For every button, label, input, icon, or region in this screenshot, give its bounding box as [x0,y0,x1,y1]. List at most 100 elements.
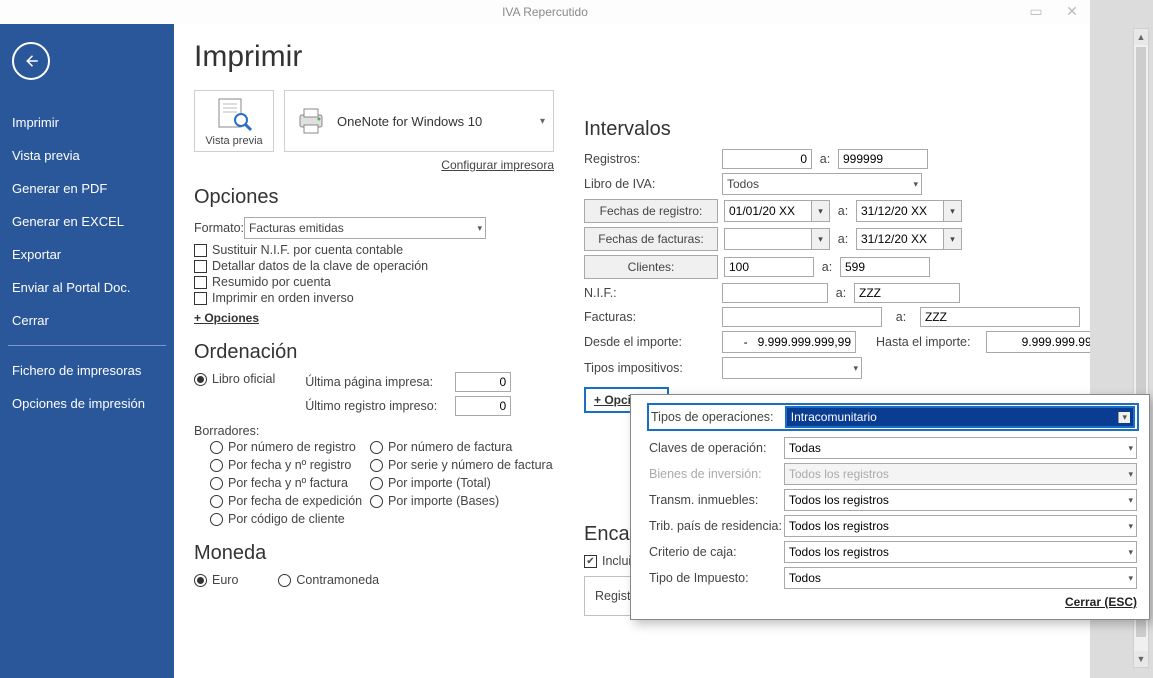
nif-label: N.I.F.: [584,286,716,300]
radio-importe-total[interactable]: Por importe (Total) [370,476,560,490]
chk-orden-inverso[interactable]: Imprimir en orden inverso [194,291,554,305]
ult-pagina-input[interactable] [455,372,511,392]
facturas-to-input[interactable] [920,307,1080,327]
radio-num-registro[interactable]: Por número de registro [210,440,370,454]
radio-libro-oficial[interactable]: Libro oficial [194,372,275,386]
chevron-down-icon: ▾ [1128,443,1133,454]
facturas-from-input[interactable] [722,307,882,327]
radio-euro[interactable]: Euro [194,573,238,587]
desde-importe-input[interactable] [722,331,856,353]
radio-fecha-n-factura[interactable]: Por fecha y nº factura [210,476,370,490]
chevron-down-icon[interactable]: ▾ [944,200,962,222]
nif-from-input[interactable] [722,283,828,303]
sidebar-item-generar-excel[interactable]: Generar en EXCEL [0,205,174,238]
registros-label: Registros: [584,152,716,166]
configure-printer-link[interactable]: Configurar impresora [194,158,554,172]
clientes-to-input[interactable] [840,257,930,277]
borradores-label: Borradores: [194,424,554,438]
clientes-from-input[interactable] [724,257,814,277]
hasta-importe-input[interactable] [986,331,1090,353]
ult-pagina-label: Última página impresa: [305,375,455,389]
date-input[interactable] [724,228,812,250]
tipo-impuesto-label: Tipo de Impuesto: [649,571,784,585]
date-input[interactable] [856,200,944,222]
scroll-down-icon[interactable]: ▼ [1134,651,1148,667]
radio-serie-num-factura[interactable]: Por serie y número de factura [370,458,560,472]
a-label: a: [834,286,848,300]
registros-to-input[interactable] [838,149,928,169]
maximize-icon[interactable]: ▭ [1022,2,1050,20]
tipos-operaciones-select[interactable]: Intracomunitario▾ [785,406,1135,428]
ordenacion-heading: Ordenación [194,341,554,364]
chevron-down-icon[interactable]: ▾ [944,228,962,250]
fechas-registro-button[interactable]: Fechas de registro: [584,199,718,223]
facturas-label: Facturas: [584,310,716,324]
radio-label: Por importe (Bases) [388,494,499,508]
chevron-down-icon: ▾ [1128,573,1133,584]
chevron-down-icon: ▾ [477,223,482,234]
chevron-down-icon: ▾ [913,179,918,190]
radio-label: Por número de registro [228,440,356,454]
clientes-button[interactable]: Clientes: [584,255,718,279]
registros-from-input[interactable] [722,149,812,169]
bienes-inversion-select: Todos los registros ▾ [784,463,1137,485]
chevron-down-icon[interactable]: ▾ [812,228,830,250]
back-button[interactable] [12,42,50,80]
sidebar-item-enviar-portal[interactable]: Enviar al Portal Doc. [0,271,174,304]
radio-fecha-expedicion[interactable]: Por fecha de expedición [210,494,370,508]
fecha-reg-to[interactable]: ▾ [856,200,962,222]
sidebar-item-cerrar[interactable]: Cerrar [0,304,174,337]
fecha-fac-to[interactable]: ▾ [856,228,962,250]
chk-sustituir-nif[interactable]: Sustituir N.I.F. por cuenta contable [194,243,554,257]
trib-pais-label: Trib. país de residencia: [649,519,784,533]
formato-select[interactable]: Facturas emitidas▾ [244,217,486,239]
preview-button[interactable]: Vista previa [194,90,274,152]
nif-to-input[interactable] [854,283,960,303]
select-value: Todos los registros [789,467,889,481]
chk-label: Sustituir N.I.F. por cuenta contable [212,243,403,257]
sidebar-item-imprimir[interactable]: Imprimir [0,106,174,139]
chevron-down-icon: ▾ [1128,469,1133,480]
fecha-reg-from[interactable]: ▾ [724,200,830,222]
radio-contramoneda[interactable]: Contramoneda [278,573,379,587]
tipos-impositivos-select[interactable]: ▾ [722,357,862,379]
opciones-popup: Tipos de operaciones: Intracomunitario▾ … [630,394,1150,620]
a-label: a: [818,152,832,166]
chk-detallar-clave[interactable]: Detallar datos de la clave de operación [194,259,554,273]
criterio-caja-select[interactable]: Todos los registros▾ [784,541,1137,563]
chevron-down-icon[interactable]: ▾ [812,200,830,222]
chk-resumido-cuenta[interactable]: Resumido por cuenta [194,275,554,289]
bienes-inversion-label: Bienes de inversión: [649,467,784,481]
date-input[interactable] [856,228,944,250]
chk-label: Imprimir en orden inverso [212,291,354,305]
back-arrow-icon [22,52,40,70]
fechas-facturas-button[interactable]: Fechas de facturas: [584,227,718,251]
libro-iva-select[interactable]: Todos▾ [722,173,922,195]
radio-num-factura[interactable]: Por número de factura [370,440,560,454]
preview-button-label: Vista previa [199,135,269,147]
window-controls: ▭ ✕ [1022,2,1086,20]
printer-icon [293,103,329,139]
tipo-impuesto-select[interactable]: Todos ▾ [784,567,1137,589]
select-value: Todos [789,571,821,585]
date-input[interactable] [724,200,812,222]
trib-pais-select[interactable]: Todos los registros▾ [784,515,1137,537]
sidebar-item-fichero-impresoras[interactable]: Fichero de impresoras [0,354,174,387]
sidebar-separator [8,345,166,346]
claves-operacion-select[interactable]: Todas▾ [784,437,1137,459]
radio-fecha-n-registro[interactable]: Por fecha y nº registro [210,458,370,472]
mas-opciones-link[interactable]: + Opciones [194,311,259,325]
sidebar-item-generar-pdf[interactable]: Generar en PDF [0,172,174,205]
sidebar-item-exportar[interactable]: Exportar [0,238,174,271]
transm-inmuebles-select[interactable]: Todos los registros▾ [784,489,1137,511]
sidebar-item-opciones-impresion[interactable]: Opciones de impresión [0,387,174,420]
radio-importe-bases[interactable]: Por importe (Bases) [370,494,560,508]
ult-registro-input[interactable] [455,396,511,416]
printer-select[interactable]: OneNote for Windows 10 ▾ [284,90,554,152]
scroll-up-icon[interactable]: ▲ [1134,29,1148,45]
close-icon[interactable]: ✕ [1058,2,1086,20]
fecha-fac-from[interactable]: ▾ [724,228,830,250]
sidebar-item-vista-previa[interactable]: Vista previa [0,139,174,172]
popup-close-link[interactable]: Cerrar (ESC) [649,595,1137,609]
radio-codigo-cliente[interactable]: Por código de cliente [210,512,370,526]
